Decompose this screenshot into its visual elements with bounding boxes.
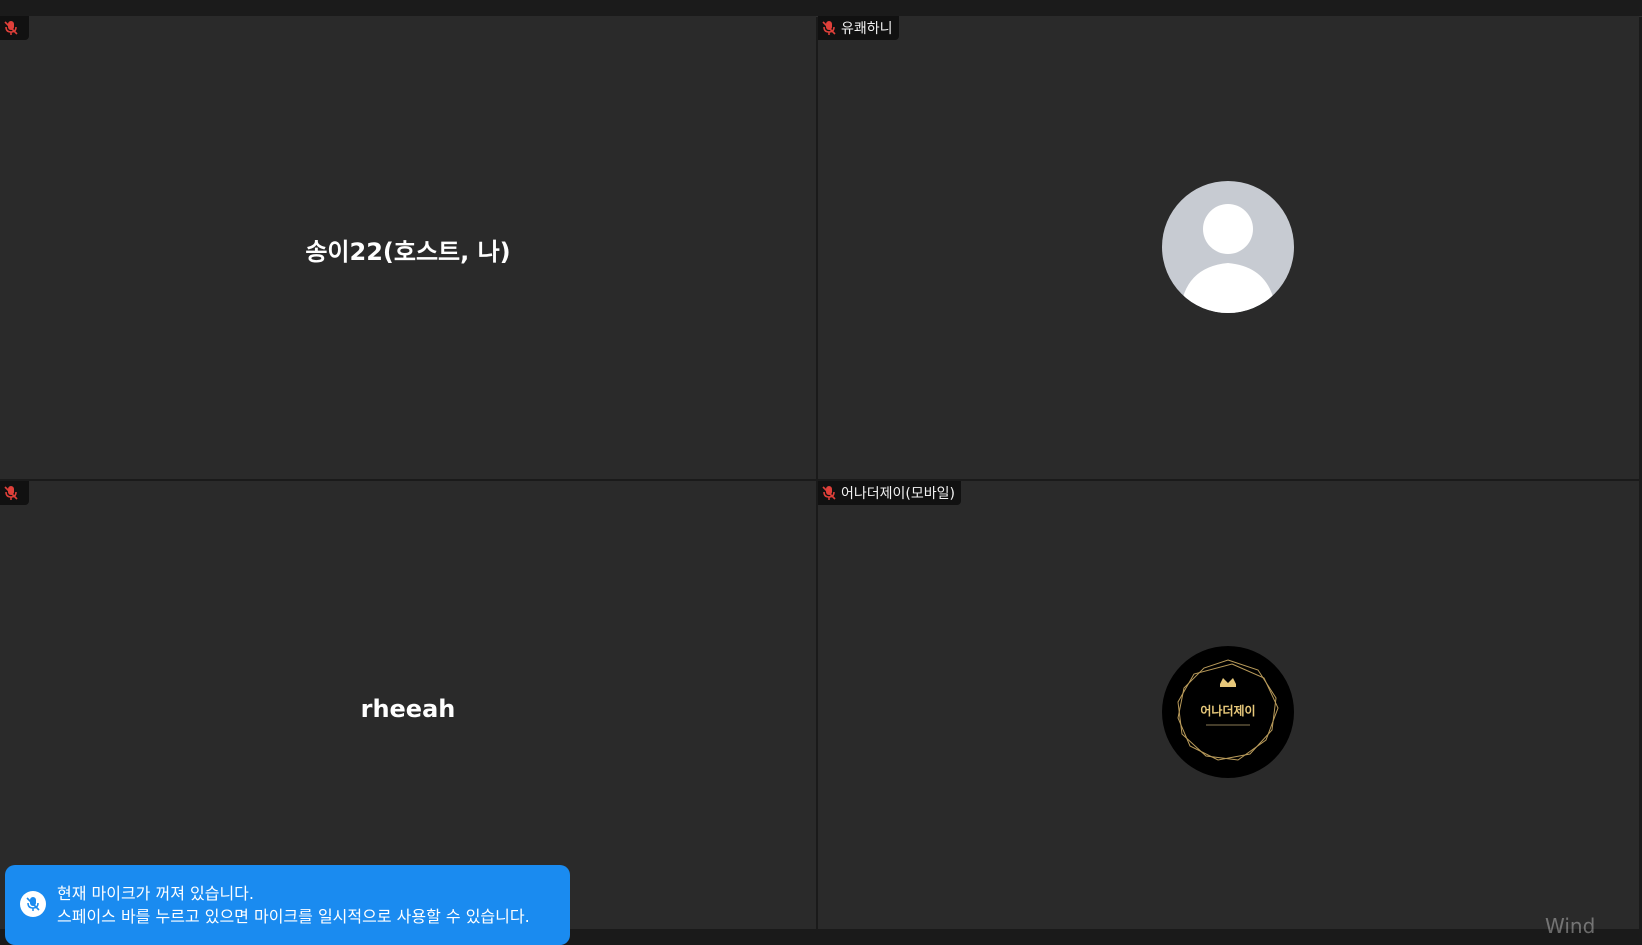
video-tile-participant[interactable]: 유쾌하니: [818, 16, 1639, 479]
default-user-icon: [1162, 181, 1294, 313]
participant-display-name: rheeah: [360, 695, 456, 723]
mic-off-icon: [4, 21, 18, 35]
mic-muted-toast[interactable]: 현재 마이크가 꺼져 있습니다. 스페이스 바를 누르고 있으면 마이크를 일시…: [5, 865, 570, 945]
participant-display-name: 송이22(호스트, 나): [305, 238, 511, 266]
mic-off-icon: [822, 21, 836, 35]
participant-name-label: 어나더제이(모바일): [841, 486, 955, 502]
video-tile-participant[interactable]: 어나더제이(모바일) 어나더제이: [818, 481, 1639, 929]
participant-name-tag: [0, 16, 29, 40]
windows-activation-watermark: Wind: [1545, 914, 1596, 938]
toast-message-line2: 스페이스 바를 누르고 있으면 마이크를 일시적으로 사용할 수 있습니다.: [57, 907, 530, 926]
mic-off-icon: [822, 486, 836, 500]
participant-name-tag: 어나더제이(모바일): [818, 481, 961, 505]
mic-off-icon: [20, 891, 46, 917]
video-tile-participant[interactable]: rheeah: [0, 481, 816, 929]
top-bar: [0, 0, 1642, 17]
participant-name-label: 유쾌하니: [841, 21, 893, 37]
participant-name-tag: [0, 481, 29, 505]
video-tile-host[interactable]: 송이22(호스트, 나): [0, 16, 816, 479]
participant-name-tag: 유쾌하니: [818, 16, 899, 40]
toast-message-line1: 현재 마이크가 꺼져 있습니다.: [57, 884, 254, 903]
mic-off-icon: [4, 486, 18, 500]
logo-text: 어나더제이: [1200, 704, 1256, 718]
profile-logo-image: 어나더제이: [1162, 646, 1294, 778]
